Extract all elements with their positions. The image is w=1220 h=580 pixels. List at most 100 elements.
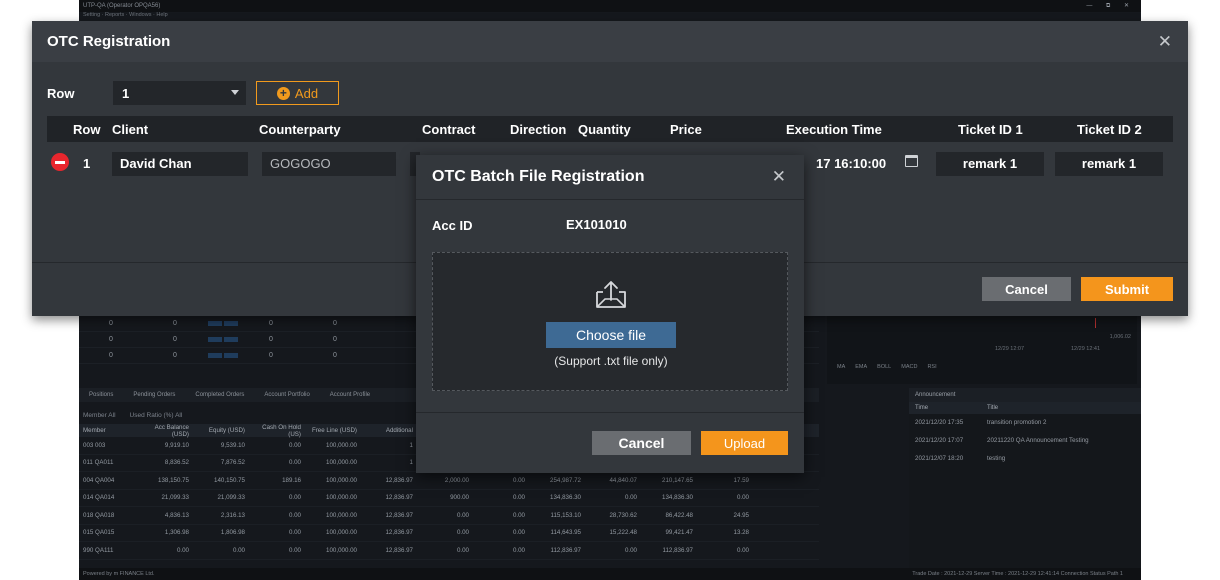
- table-cell: 011 QA011: [83, 459, 114, 467]
- table-cell: 112,836.97: [662, 546, 693, 554]
- batch-cancel-button[interactable]: Cancel: [592, 431, 691, 455]
- table-cell: 7,876.52: [220, 459, 245, 467]
- table-cell: 0.00: [512, 476, 525, 484]
- add-button-label: Add: [294, 85, 319, 101]
- execution-time-value[interactable]: 17 16:10:00: [816, 156, 886, 171]
- table-cell: 0.00: [736, 546, 749, 554]
- table-cell: 17.59: [733, 476, 749, 484]
- announcement-panel: Announcement Time Title 2021/12/20 17:35 t…: [909, 388, 1141, 580]
- row-count-value: 1: [122, 85, 130, 101]
- window-controls[interactable]: — ⧉ ✕: [1086, 2, 1135, 10]
- table-cell: 0.00: [288, 459, 301, 467]
- table-cell: 1,806.98: [220, 529, 245, 537]
- choose-file-button[interactable]: Choose file: [546, 322, 676, 348]
- col-contract: Contract: [422, 122, 476, 137]
- chevron-down-icon: [231, 90, 239, 95]
- tab-account-portfolio[interactable]: Account Portfolio: [254, 392, 319, 398]
- table-cell: 28,730.62: [609, 511, 637, 519]
- file-drop-zone[interactable]: Choose file (Support .txt file only): [432, 252, 788, 391]
- table-cell: 014 QA014: [83, 494, 115, 502]
- table-cell: 0.00: [456, 529, 469, 537]
- table-cell: 0.00: [456, 511, 469, 519]
- table-cell: 0.00: [512, 494, 525, 502]
- upload-button[interactable]: Upload: [701, 431, 788, 455]
- table-cell: 0.00: [512, 529, 525, 537]
- otc-grid-header: Row Client Counterparty Contract Directi…: [47, 116, 1173, 142]
- announcement-row[interactable]: 2021/12/07 18:20 testing: [909, 450, 1141, 468]
- add-row-button[interactable]: + Add: [256, 81, 339, 105]
- col-execution-time: Execution Time: [786, 122, 882, 137]
- table-cell: 900.00: [450, 494, 469, 502]
- table-cell: 4,836.13: [164, 511, 189, 519]
- table-cell: 1: [409, 441, 413, 449]
- ticket-id-2-input[interactable]: remark 1: [1055, 152, 1163, 176]
- col-ticket-id-2: Ticket ID 2: [1077, 122, 1142, 137]
- table-cell: 100,000.00: [326, 476, 357, 484]
- bg-price-chart: 1,006.02 12/29 12:07 12/29 12:41 MA EMA BO…: [827, 316, 1137, 384]
- table-cell: 86,422.48: [665, 511, 693, 519]
- row-count-select[interactable]: 1: [113, 81, 246, 105]
- table-cell: 99,421.47: [665, 529, 693, 537]
- tab-pending-orders[interactable]: Pending Orders: [123, 392, 185, 398]
- col-direction: Direction: [510, 122, 567, 137]
- chart-time-label: 12/29 12:41: [1071, 346, 1101, 352]
- otc-cancel-button[interactable]: Cancel: [982, 277, 1071, 301]
- acc-id-value: EX101010: [566, 217, 627, 232]
- table-cell: 018 QA018: [83, 511, 115, 519]
- calendar-icon[interactable]: [905, 155, 918, 167]
- table-cell: 13.28: [733, 529, 749, 537]
- table-cell: 1: [409, 459, 413, 467]
- table-cell: 100,000.00: [326, 441, 357, 449]
- client-input[interactable]: David Chan: [112, 152, 248, 176]
- table-cell: 003 003: [83, 441, 106, 449]
- table-cell: 134,836.30: [662, 494, 693, 502]
- remove-row-icon[interactable]: [51, 153, 69, 171]
- file-support-hint: (Support .txt file only): [554, 354, 668, 368]
- table-row[interactable]: 015 QA015 1,306.98 1,806.98 0.00 100,000.00 1…: [79, 525, 819, 542]
- tab-account-profile[interactable]: Account Profile: [320, 392, 380, 398]
- acc-id-label: Acc ID: [432, 218, 473, 233]
- table-cell: 0.00: [176, 546, 189, 554]
- tab-positions[interactable]: Positions: [79, 392, 123, 398]
- table-cell: 12,836.97: [385, 529, 413, 537]
- chart-indicator-tabs[interactable]: MA EMA BOLL MACD RSI: [837, 364, 937, 370]
- table-row[interactable]: 004 QA004 138,150.75 140,150.75 189.16 100,0…: [79, 472, 819, 490]
- ticket-id-1-input[interactable]: remark 1: [936, 152, 1044, 176]
- batch-close-icon[interactable]: ✕: [772, 167, 786, 187]
- table-row[interactable]: 990 QA111 0.00 0.00 0.00 100,000.00 12,836.97…: [79, 542, 819, 560]
- batch-dialog-header: OTC Batch File Registration ✕: [416, 155, 804, 200]
- table-cell: 12,836.97: [385, 494, 413, 502]
- counterparty-input[interactable]: GOGOGO: [262, 152, 396, 176]
- app-titlebar: UTP-QA (Operator OPQA56) — ⧉ ✕: [79, 0, 1141, 12]
- app-title: UTP-QA (Operator OPQA56): [83, 3, 161, 9]
- tab-completed-orders[interactable]: Completed Orders: [185, 392, 254, 398]
- table-row[interactable]: 014 QA014 21,099.33 21,099.33 0.00 100,000.0…: [79, 490, 819, 507]
- otc-submit-button[interactable]: Submit: [1081, 277, 1173, 301]
- status-left: Powered by m FINANCE Ltd.: [83, 571, 155, 577]
- table-row[interactable]: 018 QA018 4,836.13 2,316.13 0.00 100,000.00 1…: [79, 507, 819, 525]
- table-cell: 100,000.00: [326, 459, 357, 467]
- table-cell: 0.00: [288, 511, 301, 519]
- table-cell: 990 QA111: [83, 546, 114, 554]
- table-cell: 100,000.00: [326, 529, 357, 537]
- table-cell: 138,150.75: [158, 476, 189, 484]
- table-cell: 2,316.13: [220, 511, 245, 519]
- announcement-row[interactable]: 2021/12/20 17:35 transition promotion 2: [909, 414, 1141, 432]
- plus-circle-icon: +: [276, 86, 290, 100]
- table-cell: 0.00: [736, 494, 749, 502]
- table-cell: 0.00: [624, 494, 637, 502]
- table-cell: 44,840.07: [609, 476, 637, 484]
- table-cell: 134,836.30: [550, 494, 581, 502]
- otc-close-icon[interactable]: ✕: [1158, 32, 1172, 52]
- row-control: Row 1 + Add: [47, 81, 339, 105]
- row-label: Row: [47, 85, 75, 101]
- announcement-row[interactable]: 2021/12/20 17:07 20211220 QA Announcement…: [909, 432, 1141, 450]
- table-cell: 254,987.72: [550, 476, 581, 484]
- table-cell: 0.00: [288, 441, 301, 449]
- table-cell: 12,836.97: [385, 476, 413, 484]
- table-cell: 100,000.00: [326, 511, 357, 519]
- status-bar: Powered by m FINANCE Ltd. Trade Date : 2…: [79, 568, 1141, 580]
- table-cell: 9,919.10: [164, 441, 189, 449]
- announcement-tab[interactable]: Announcement: [909, 388, 1141, 402]
- table-cell: 12,836.97: [385, 511, 413, 519]
